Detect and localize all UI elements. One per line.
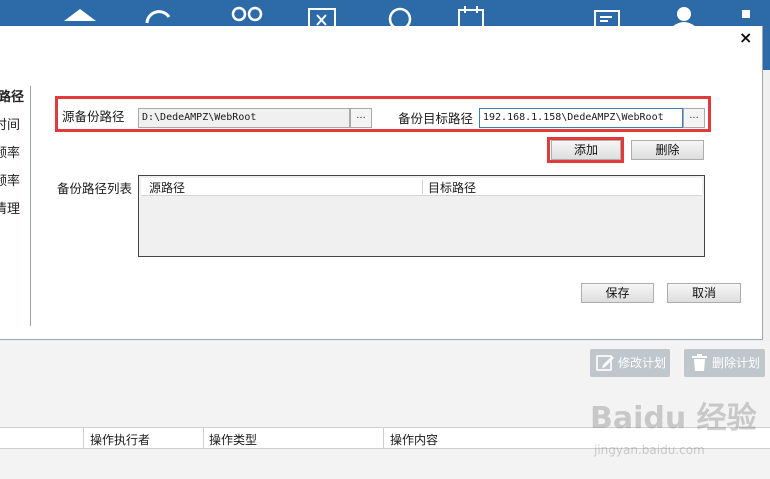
delete-plan-label: 删除计划	[712, 356, 761, 370]
save-button[interactable]: 保存	[581, 283, 654, 303]
source-path-label: 源备份路径	[62, 109, 125, 124]
edit-icon	[596, 355, 614, 371]
calendar-icon[interactable]	[455, 5, 487, 26]
user-icon[interactable]	[668, 5, 700, 26]
target-path-label: 备份目标路径	[398, 111, 474, 126]
users-icon[interactable]	[230, 5, 266, 26]
trash-icon	[692, 354, 707, 371]
excel-icon[interactable]	[306, 5, 340, 26]
nav-item-path[interactable]: 路径	[0, 86, 30, 114]
target-path-field[interactable]: 192.168.1.158\DedeAMPZ\WebRoot	[479, 108, 683, 128]
search-icon[interactable]	[387, 5, 417, 26]
report-icon[interactable]	[592, 5, 624, 26]
edit-plan-label: 修改计划	[618, 356, 667, 370]
nav-item-cleanup[interactable]: 清理	[0, 198, 30, 226]
cancel-button[interactable]: 取消	[667, 283, 741, 303]
edit-plan-button[interactable]: 修改计划	[590, 349, 670, 377]
column-operator[interactable]: 操作执行者	[90, 431, 150, 448]
target-browse-button[interactable]: ...	[683, 108, 705, 128]
column-operation-content[interactable]: 操作内容	[390, 431, 438, 448]
path-list-label: 备份路径列表	[57, 181, 133, 196]
top-toolbar	[0, 0, 770, 26]
column-source-path[interactable]: 源路径	[149, 179, 185, 196]
nav-item-frequency-2[interactable]: 频率	[0, 170, 30, 198]
column-target-path[interactable]: 目标路径	[428, 179, 476, 196]
close-icon[interactable]: ×	[739, 28, 752, 47]
column-separator	[383, 428, 384, 449]
path-list-header: 源路径 目标路径	[141, 178, 702, 196]
delete-button[interactable]: 删除	[631, 140, 704, 160]
refresh-icon[interactable]	[143, 5, 173, 26]
lower-panel: 修改计划 删除计划 操作执行者 操作类型 操作内容	[0, 341, 770, 479]
nav-item-time[interactable]: 时间	[0, 114, 30, 142]
delete-plan-button[interactable]: 删除计划	[684, 349, 765, 377]
add-button[interactable]: 添加	[551, 140, 621, 160]
settings-nav: 路径 时间 频率 频率 清理	[0, 86, 30, 226]
column-separator	[203, 428, 204, 449]
source-browse-button[interactable]: ...	[350, 108, 372, 128]
home-icon[interactable]	[60, 5, 100, 26]
nav-item-frequency[interactable]: 频率	[0, 142, 30, 170]
path-list[interactable]: 源路径 目标路径	[138, 175, 705, 257]
nav-divider	[30, 86, 31, 326]
backup-path-dialog: × 路径 时间 频率 频率 清理 源备份路径 D:\DedeAMPZ\WebRo…	[0, 26, 763, 340]
column-operation-type[interactable]: 操作类型	[209, 431, 257, 448]
column-separator	[422, 180, 423, 194]
column-separator	[83, 428, 84, 449]
source-path-field[interactable]: D:\DedeAMPZ\WebRoot	[138, 108, 350, 128]
log-grid-header: 操作执行者 操作类型 操作内容	[0, 427, 770, 449]
